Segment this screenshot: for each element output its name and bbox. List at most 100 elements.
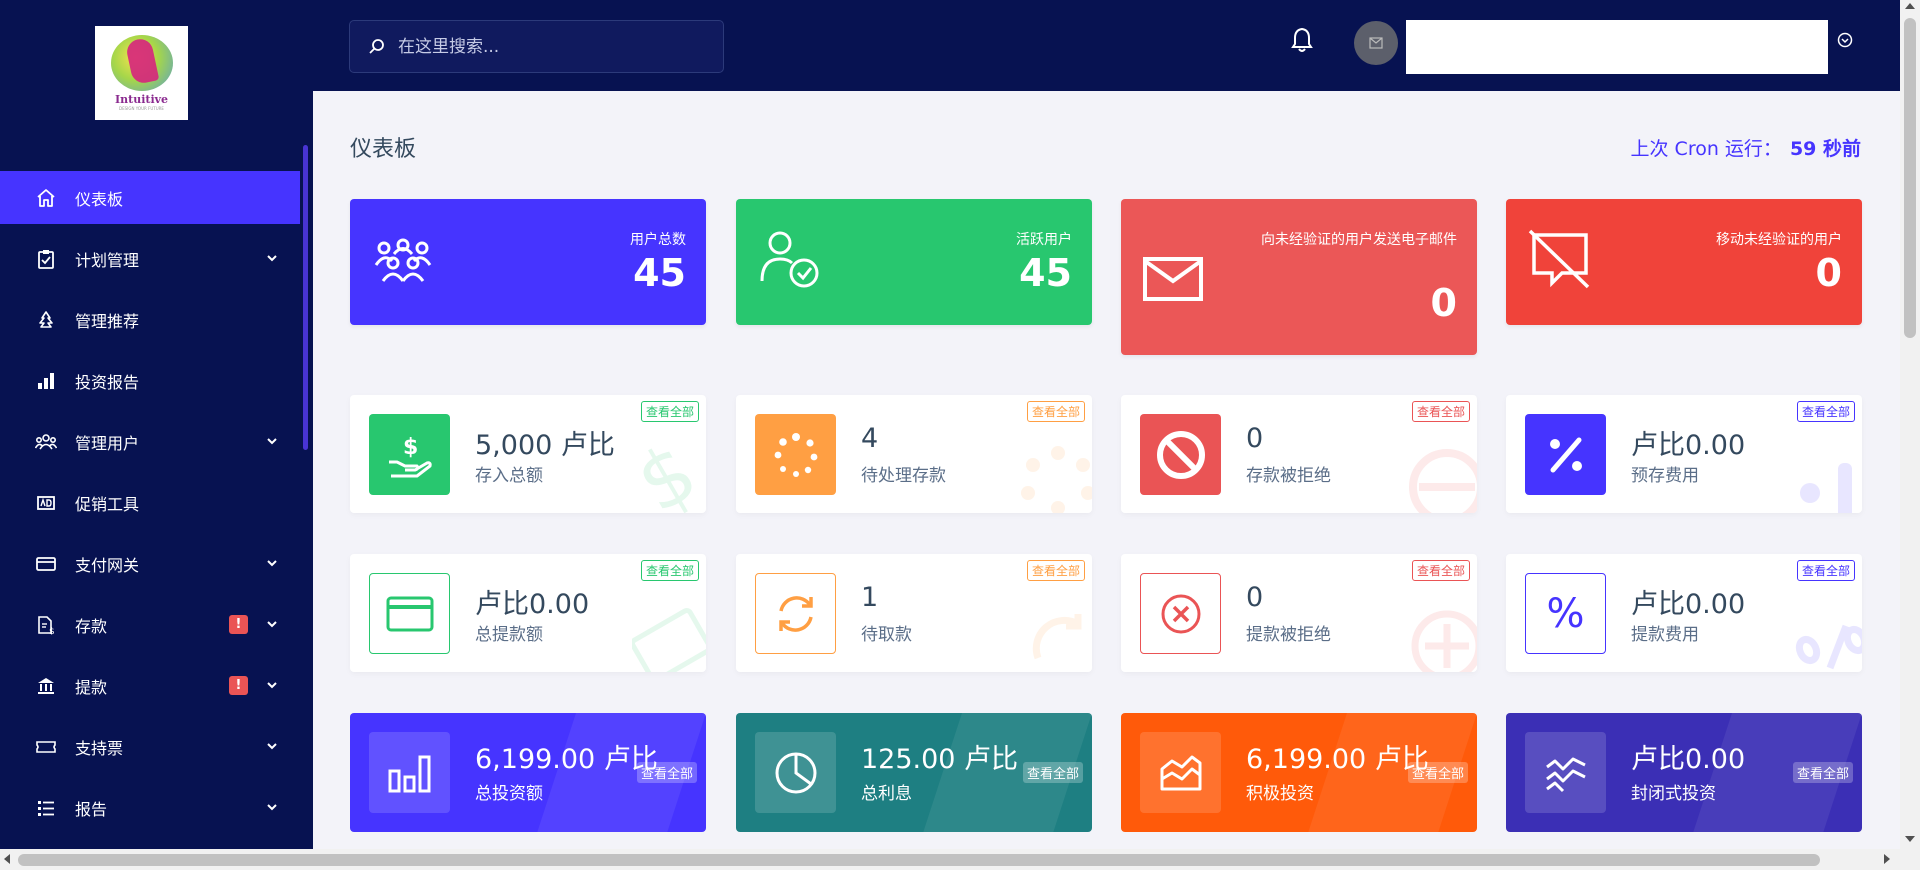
stat-card-total-users[interactable]: 用户总数 45 (350, 199, 706, 325)
invest-card-active: 6,199.00 卢比 积极投资 查看全部 (1121, 713, 1477, 832)
percent-icon: % (1525, 573, 1606, 654)
ticket-icon (35, 736, 57, 758)
percent-bg-icon (1800, 463, 1852, 513)
scrollbar-thumb[interactable] (18, 854, 1820, 866)
invest-card-total: 6,199.00 卢比 总投资额 查看全部 (350, 713, 706, 832)
widget-pending-deposit: 4 待处理存款 查看全部 (736, 395, 1092, 513)
sidebar-item-reports[interactable]: 报告 (0, 781, 300, 834)
view-all-badge[interactable]: 查看全部 (1407, 762, 1468, 783)
chevron-down-icon (267, 682, 277, 689)
sidebar-item-withdrawals[interactable]: 提款 ! (0, 659, 300, 712)
stat-card-move-unverified[interactable]: 移动未经验证的用户 0 (1506, 199, 1862, 325)
widget-label: 提款被拒绝 (1246, 625, 1331, 645)
scroll-down-arrow-icon[interactable] (1905, 836, 1915, 842)
invest-value: 6,199.00 卢比 (1246, 744, 1429, 775)
plus-circle-bg-icon (1411, 610, 1477, 672)
view-all-badge[interactable]: 查看全部 (1022, 762, 1083, 783)
stat-card-active-users[interactable]: 活跃用户 45 (736, 199, 1092, 325)
logo-text: Intuitive (114, 93, 169, 106)
alert-badge: ! (229, 615, 248, 634)
view-all-badge[interactable]: 查看全部 (1796, 401, 1855, 422)
widget-pending-withdraw: 1 待取款 查看全部 (736, 554, 1092, 672)
spinner-bg-icon (1021, 446, 1092, 513)
scroll-right-arrow-icon[interactable] (1884, 854, 1890, 864)
view-all-badge[interactable]: 查看全部 (636, 762, 697, 783)
widget-value: 卢比0.00 (475, 589, 590, 620)
search-input[interactable] (398, 36, 698, 57)
logo[interactable]: Intuitive DESIGN YOUR FUTURE (95, 26, 188, 120)
alert-badge: ! (229, 676, 248, 695)
view-all-badge[interactable]: 查看全部 (1796, 560, 1855, 581)
sidebar-item-deposits[interactable]: $ 存款 ! (0, 598, 300, 651)
view-all-badge[interactable]: 查看全部 (1792, 762, 1853, 783)
widget-label: 待处理存款 (861, 466, 946, 486)
sidebar-item-investment-report[interactable]: 投资报告 (0, 354, 300, 407)
sidebar-item-label: 支付网关 (75, 555, 140, 575)
sidebar-item-dashboard[interactable]: 仪表板 (0, 171, 300, 224)
sidebar-item-label: 报告 (75, 799, 108, 819)
sidebar-scrollbar[interactable] (303, 145, 308, 450)
sidebar-item-referrals[interactable]: 管理推荐 (0, 293, 300, 346)
chevron-down-circle-icon[interactable] (1837, 32, 1853, 48)
scroll-up-arrow-icon[interactable] (1905, 3, 1915, 9)
percent-bg-icon (1795, 624, 1862, 670)
vertical-scrollbar[interactable] (1900, 0, 1920, 849)
avatar-placeholder-icon (1369, 37, 1383, 49)
users-icon (35, 431, 57, 453)
search-box[interactable] (349, 20, 724, 73)
page-title: 仪表板 (350, 137, 417, 162)
svg-text:$: $ (403, 435, 418, 460)
widget-total-withdraw: 卢比0.00 总提款额 查看全部 (350, 554, 706, 672)
sidebar-item-label: 计划管理 (75, 250, 140, 270)
ban-icon (1140, 414, 1221, 495)
sidebar-item-gateways[interactable]: 支付网关 (0, 537, 300, 590)
topbar (313, 0, 1900, 91)
widget-rejected-withdraw: 0 提款被拒绝 查看全部 (1121, 554, 1477, 672)
home-icon (35, 187, 57, 209)
spinner-icon (755, 414, 836, 495)
scroll-left-arrow-icon[interactable] (4, 854, 10, 864)
widget-label: 存款被拒绝 (1246, 466, 1331, 486)
stat-card-email-unverified[interactable]: 向未经验证的用户发送电子邮件 0 (1121, 199, 1477, 355)
list-icon (35, 797, 57, 819)
sidebar-item-support-tickets[interactable]: 支持票 (0, 720, 300, 773)
comment-slash-icon (1528, 229, 1590, 289)
widget-label: 预存费用 (1631, 466, 1699, 486)
sidebar-item-label: 促销工具 (75, 494, 140, 514)
view-all-badge[interactable]: 查看全部 (1026, 401, 1085, 422)
file-dollar-icon: $ (35, 614, 57, 636)
view-all-badge[interactable]: 查看全部 (640, 560, 699, 581)
user-name-box[interactable] (1406, 20, 1828, 74)
view-all-badge[interactable]: 查看全部 (1411, 401, 1470, 422)
logo-tagline: DESIGN YOUR FUTURE (119, 106, 164, 111)
bell-icon[interactable] (1291, 27, 1313, 53)
widget-value: 5,000 卢比 (475, 430, 615, 461)
sidebar-item-promotion[interactable]: 促销工具 (0, 476, 300, 529)
cron-label: 上次 Cron 运行： (1630, 138, 1782, 160)
scrollbar-thumb[interactable] (1904, 18, 1916, 338)
bank-icon (35, 675, 57, 697)
stat-value: 0 (1815, 251, 1842, 295)
view-all-badge[interactable]: 查看全部 (1411, 560, 1470, 581)
widget-value: 0 (1246, 423, 1264, 454)
view-all-badge[interactable]: 查看全部 (1026, 560, 1085, 581)
user-check-icon (760, 231, 819, 288)
widget-withdraw-charge: % 卢比0.00 提款费用 查看全部 (1506, 554, 1862, 672)
stat-value: 45 (1019, 251, 1072, 295)
horizontal-scrollbar[interactable] (0, 849, 1920, 870)
svg-text:$: $ (632, 433, 706, 513)
credit-card-icon (35, 553, 57, 575)
sidebar-item-users[interactable]: 管理用户 (0, 415, 300, 468)
chevron-down-icon (267, 743, 277, 750)
widget-label: 待取款 (861, 625, 912, 645)
sidebar-item-plans[interactable]: 计划管理 (0, 232, 300, 285)
sidebar-item-label: 支持票 (75, 738, 124, 758)
widget-value: 1 (861, 582, 879, 613)
widget-rejected-deposit: 0 存款被拒绝 查看全部 (1121, 395, 1477, 513)
sidebar-item-label: 投资报告 (75, 372, 140, 392)
avatar[interactable] (1354, 21, 1398, 65)
sync-icon (755, 573, 836, 654)
view-all-badge[interactable]: 查看全部 (640, 401, 699, 422)
credit-card-bg-icon (632, 608, 706, 672)
stat-value: 0 (1430, 281, 1457, 325)
